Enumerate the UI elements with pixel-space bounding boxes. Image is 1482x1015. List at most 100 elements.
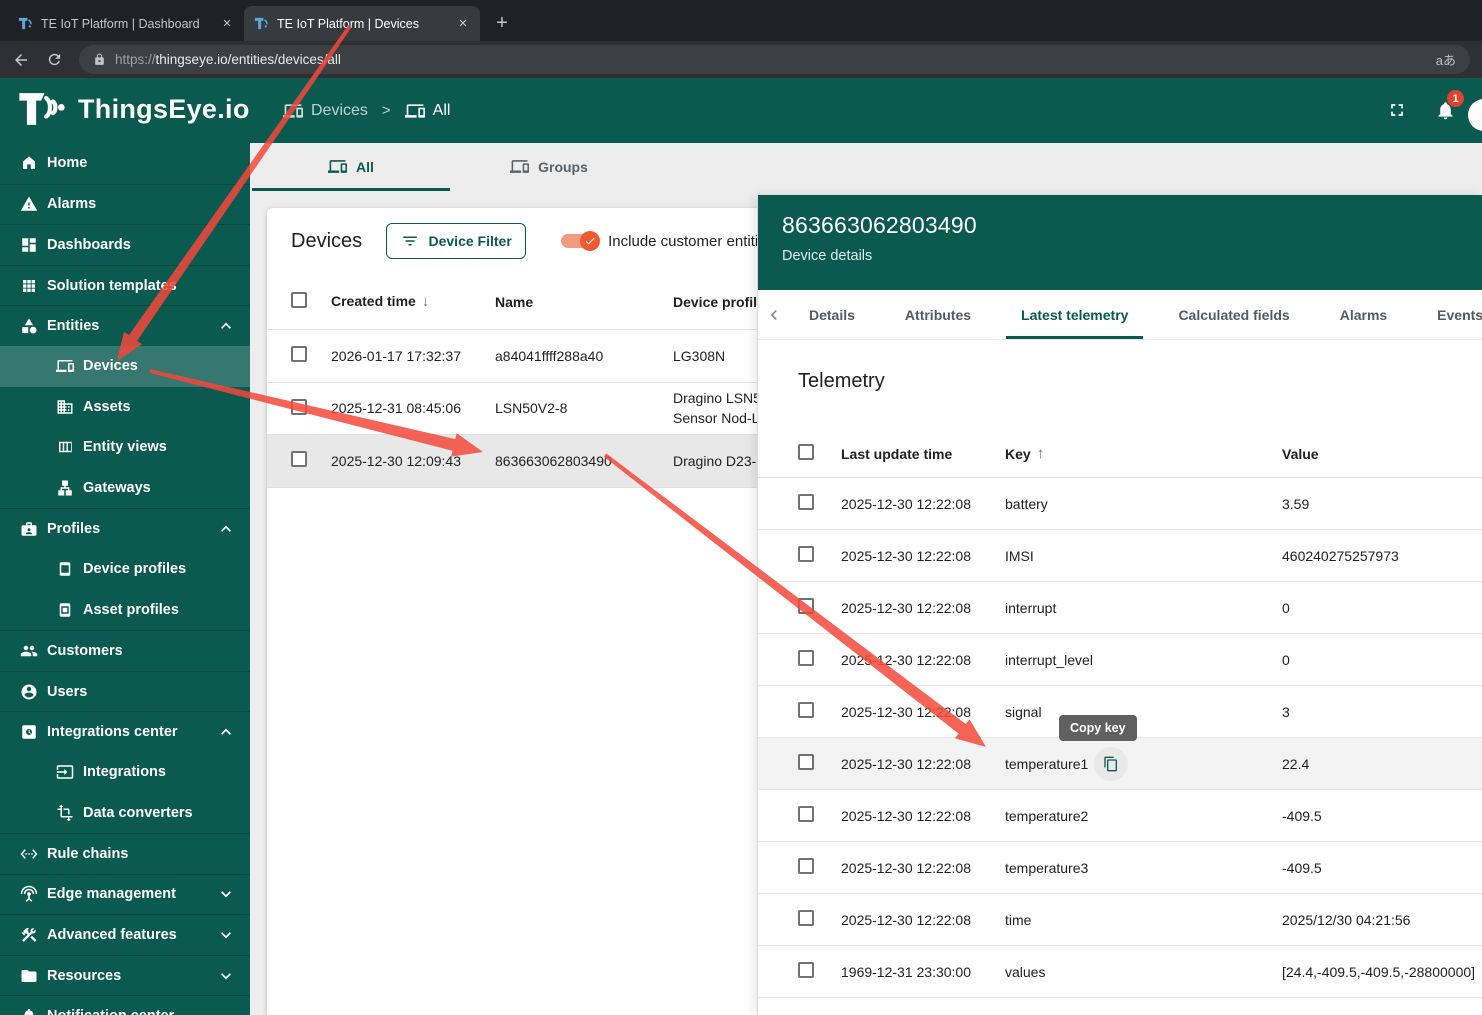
telemetry-value: [24.4,-409.5,-409.5,-28800000] xyxy=(1282,964,1482,980)
breadcrumb-all[interactable]: All xyxy=(405,101,451,121)
url-text: https://thingseye.io/entities/devices/al… xyxy=(115,52,341,67)
column-created-time[interactable]: Created time↓ xyxy=(331,293,495,310)
sidebar-item-alarms[interactable]: Alarms xyxy=(0,184,250,225)
row-checkbox[interactable] xyxy=(798,650,814,666)
telemetry-update-time: 2025-12-30 12:22:08 xyxy=(841,756,1005,772)
notification-badge: 1 xyxy=(1447,90,1464,107)
sidebar-item-resources[interactable]: Resources xyxy=(0,955,250,996)
logo[interactable]: ThingsEye.io xyxy=(16,88,250,130)
drawer-tab-events[interactable]: Events xyxy=(1412,290,1482,339)
telemetry-key: interrupt xyxy=(1005,600,1282,616)
column-key[interactable]: Key↑ xyxy=(1005,445,1282,462)
breadcrumb-separator: > xyxy=(382,102,391,119)
sidebar-item-assets[interactable]: Assets xyxy=(0,387,250,428)
sidebar-item-rule-chains[interactable]: Rule chains xyxy=(0,833,250,874)
sidebar-item-dashboards[interactable]: Dashboards xyxy=(0,224,250,265)
breadcrumb-devices[interactable]: Devices xyxy=(283,101,368,121)
drawer-tab-attributes[interactable]: Attributes xyxy=(880,290,996,339)
entity-tabs: All Groups xyxy=(250,143,1482,191)
sidebar-item-notification-center[interactable]: Notification center xyxy=(0,995,250,1015)
sidebar-item-advanced-features[interactable]: Advanced features xyxy=(0,914,250,955)
row-checkbox[interactable] xyxy=(798,806,814,822)
toggle-switch[interactable] xyxy=(561,234,597,248)
telemetry-value: -409.5 xyxy=(1282,808,1482,824)
row-checkbox[interactable] xyxy=(798,494,814,510)
copy-key-button[interactable] xyxy=(1094,747,1128,781)
row-checkbox[interactable] xyxy=(291,346,307,362)
sidebar-item-label: Integrations center xyxy=(47,724,178,740)
users-icon xyxy=(20,683,38,701)
telemetry-row[interactable]: 2025-12-30 12:22:08temperature2-409.5 xyxy=(758,790,1482,842)
column-last-update-time[interactable]: Last update time xyxy=(841,446,1005,462)
select-all-checkbox[interactable] xyxy=(798,444,814,460)
telemetry-row[interactable]: 2025-12-30 12:22:08temperature3-409.5 xyxy=(758,842,1482,894)
tab-groups[interactable]: Groups xyxy=(450,143,648,191)
telemetry-row[interactable]: 1969-12-31 23:30:00values[24.4,-409.5,-4… xyxy=(758,946,1482,998)
close-icon[interactable]: ✕ xyxy=(454,15,472,33)
sidebar-item-entity-views[interactable]: Entity views xyxy=(0,427,250,468)
sidebar-item-integrations[interactable]: Integrations xyxy=(0,752,250,793)
row-checkbox[interactable] xyxy=(798,546,814,562)
device-filter-button[interactable]: Device Filter xyxy=(386,223,526,259)
chevron-up-icon[interactable] xyxy=(216,316,236,336)
sidebar-item-customers[interactable]: Customers xyxy=(0,630,250,671)
chevron-down-icon[interactable] xyxy=(216,966,236,986)
sidebar-item-asset-profiles[interactable]: Asset profiles xyxy=(0,590,250,631)
browser-chrome: TE IoT Platform | Dashboard ✕ TE IoT Pla… xyxy=(0,0,1482,78)
sidebar-item-solution-templates[interactable]: Solution templates xyxy=(0,265,250,306)
column-value[interactable]: Value xyxy=(1282,446,1482,462)
row-checkbox[interactable] xyxy=(798,754,814,770)
row-checkbox[interactable] xyxy=(798,910,814,926)
row-checkbox[interactable] xyxy=(291,399,307,415)
sidebar-item-profiles[interactable]: Profiles xyxy=(0,508,250,549)
back-icon[interactable] xyxy=(12,51,30,69)
drawer-tab-latest-telemetry[interactable]: Latest telemetry xyxy=(996,290,1153,339)
row-checkbox[interactable] xyxy=(798,702,814,718)
telemetry-row[interactable]: 2025-12-30 12:22:08interrupt_level0 xyxy=(758,634,1482,686)
sidebar-item-device-profiles[interactable]: Device profiles xyxy=(0,549,250,590)
sidebar-item-gateways[interactable]: Gateways xyxy=(0,468,250,509)
row-checkbox[interactable] xyxy=(798,598,814,614)
url-bar[interactable]: https://thingseye.io/entities/devices/al… xyxy=(79,45,1470,74)
telemetry-row[interactable]: 2025-12-30 12:22:08time2025/12/30 04:21:… xyxy=(758,894,1482,946)
translate-icon[interactable]: aあ xyxy=(1436,50,1456,69)
sidebar-item-label: Asset profiles xyxy=(83,602,179,618)
sidebar-item-integrations-center[interactable]: Integrations center xyxy=(0,711,250,752)
column-name[interactable]: Name xyxy=(495,294,673,310)
select-all-checkbox[interactable] xyxy=(291,292,307,308)
refresh-icon[interactable] xyxy=(46,51,63,68)
sidebar-item-data-converters[interactable]: Data converters xyxy=(0,793,250,834)
telemetry-update-time: 2025-12-30 12:22:08 xyxy=(841,860,1005,876)
chevron-down-icon[interactable] xyxy=(216,884,236,904)
telemetry-row[interactable]: 2025-12-30 12:22:08temperature122.4 xyxy=(758,738,1482,790)
alarms-icon xyxy=(20,195,38,213)
drawer-tab-details[interactable]: Details xyxy=(784,290,880,339)
sidebar-item-users[interactable]: Users xyxy=(0,671,250,712)
home-icon xyxy=(20,154,38,172)
telemetry-row[interactable]: 2025-12-30 12:22:08battery3.59 xyxy=(758,478,1482,530)
sidebar-item-label: Assets xyxy=(83,399,131,415)
new-tab-button[interactable]: + xyxy=(488,9,516,37)
sidebar-item-entities[interactable]: Entities xyxy=(0,305,250,346)
row-checkbox[interactable] xyxy=(291,451,307,467)
tabs-scroll-left-icon[interactable] xyxy=(764,305,784,325)
browser-tab-dashboard[interactable]: TE IoT Platform | Dashboard ✕ xyxy=(8,6,244,41)
chevron-down-icon[interactable] xyxy=(216,925,236,945)
sidebar-item-home[interactable]: Home xyxy=(0,143,250,184)
chevron-up-icon[interactable] xyxy=(216,722,236,742)
drawer-tab-alarms[interactable]: Alarms xyxy=(1315,290,1412,339)
assets-icon xyxy=(56,398,74,416)
sidebar-item-edge-management[interactable]: Edge management xyxy=(0,874,250,915)
sidebar-item-devices[interactable]: Devices xyxy=(0,346,250,387)
browser-tab-devices[interactable]: TE IoT Platform | Devices ✕ xyxy=(244,6,480,41)
telemetry-row[interactable]: 2025-12-30 12:22:08IMSI460240275257973 xyxy=(758,530,1482,582)
row-checkbox[interactable] xyxy=(798,858,814,874)
page-title: Devices xyxy=(291,230,362,253)
tab-all[interactable]: All xyxy=(252,143,450,191)
drawer-tab-calculated-fields[interactable]: Calculated fields xyxy=(1153,290,1314,339)
chevron-up-icon[interactable] xyxy=(216,519,236,539)
close-icon[interactable]: ✕ xyxy=(218,15,236,33)
telemetry-row[interactable]: 2025-12-30 12:22:08interrupt0 xyxy=(758,582,1482,634)
row-checkbox[interactable] xyxy=(798,962,814,978)
fullscreen-icon[interactable] xyxy=(1387,100,1407,120)
